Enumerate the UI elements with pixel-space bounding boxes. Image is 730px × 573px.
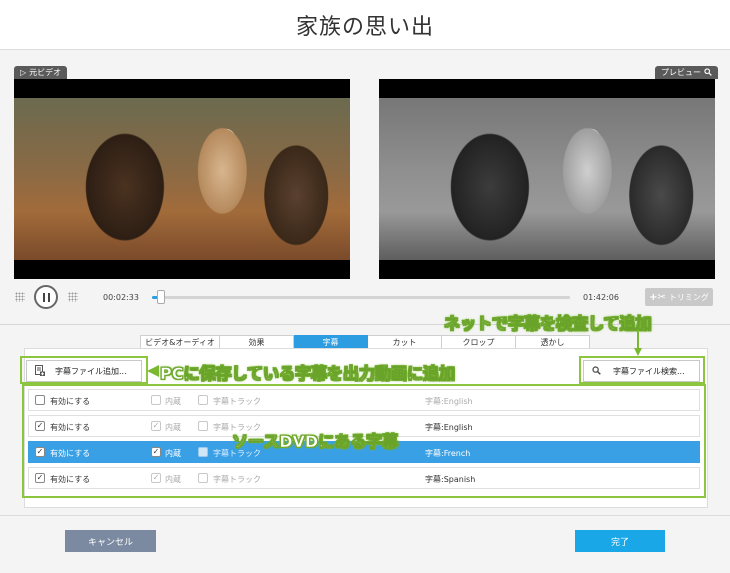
track-checkbox[interactable] — [198, 421, 208, 431]
total-time: 01:42:06 — [583, 293, 619, 302]
tab-label: ビデオ&オーディオ — [145, 338, 215, 347]
annotation-source-dvd: ソースDVDにある字幕 — [232, 432, 399, 452]
pause-button[interactable] — [34, 285, 58, 309]
trim-button[interactable]: +✂ トリミング — [645, 288, 713, 306]
builtin-label: 内蔵 — [165, 423, 181, 432]
annotation-arrow-left — [147, 365, 159, 377]
cancel-button-label: キャンセル — [87, 537, 133, 548]
annotation-arrow-down — [634, 330, 642, 356]
done-button-label: 完了 — [610, 537, 629, 548]
track-label: 字幕トラック — [213, 397, 261, 406]
enable-label: 有効にする — [50, 397, 91, 406]
annotation-pc-add: PCに保存している字幕を出力動画に追加 — [160, 364, 456, 384]
zoom-icon — [704, 67, 712, 78]
seek-bar-handle[interactable] — [157, 290, 166, 304]
builtin-checkbox[interactable]: ✓ — [151, 473, 161, 483]
source-video-label: ▷ 元ビデオ — [14, 66, 68, 79]
tab-label: 効果 — [248, 338, 265, 347]
annotation-highlight-add — [20, 356, 148, 384]
output-preview-player[interactable] — [379, 79, 715, 279]
output-preview-frame — [379, 98, 715, 260]
enable-label: 有効にする — [50, 475, 91, 484]
source-video-frame — [14, 98, 350, 260]
track-checkbox[interactable] — [198, 447, 208, 457]
subtitle-language: 字幕:English — [425, 397, 473, 406]
previous-frame-icon[interactable] — [15, 292, 25, 302]
play-icon: ▷ — [20, 68, 27, 77]
pause-icon-bar — [47, 292, 50, 302]
annotation-net-search: ネットで字幕を検査して追加 — [444, 314, 652, 334]
footer-divider — [0, 515, 730, 516]
tab-label: カット — [392, 338, 417, 347]
builtin-checkbox[interactable]: ✓ — [151, 421, 161, 431]
builtin-label: 内蔵 — [165, 397, 181, 406]
enable-checkbox[interactable]: ✓ — [35, 473, 45, 483]
title-bar: 家族の思い出 — [0, 0, 730, 50]
seek-bar[interactable] — [152, 290, 570, 304]
done-button[interactable]: 完了 — [575, 530, 665, 552]
next-frame-icon[interactable] — [68, 292, 78, 302]
trim-button-label: トリミング — [668, 292, 709, 302]
cancel-button[interactable]: キャンセル — [65, 530, 156, 552]
builtin-checkbox[interactable] — [151, 395, 161, 405]
subtitle-track-row[interactable]: 有効にする 内蔵 字幕トラック 字幕:English — [28, 389, 700, 411]
subtitle-language: 字幕:Spanish — [425, 475, 476, 484]
enable-checkbox[interactable]: ✓ — [35, 421, 45, 431]
subtitle-track-row[interactable]: ✓ 有効にする ✓ 内蔵 字幕トラック 字幕:Spanish — [28, 467, 700, 489]
subtitle-language: 字幕:English — [425, 423, 473, 432]
builtin-label: 内蔵 — [165, 449, 181, 458]
pause-icon-bar — [42, 292, 45, 302]
source-video-label-text: 元ビデオ — [29, 68, 62, 77]
enable-checkbox[interactable] — [35, 395, 45, 405]
source-video-player[interactable] — [14, 79, 350, 279]
builtin-label: 内蔵 — [165, 475, 181, 484]
tab-label: 字幕 — [322, 338, 339, 347]
subtitle-language: 字幕:French — [425, 449, 471, 458]
track-label: 字幕トラック — [213, 475, 261, 484]
tab-label: クロップ — [462, 338, 495, 347]
track-checkbox[interactable] — [198, 395, 208, 405]
tab-label: 透かし — [540, 338, 565, 347]
output-preview-label: プレビュー — [655, 66, 718, 79]
output-preview-label-text: プレビュー — [661, 68, 701, 77]
current-time: 00:02:33 — [103, 293, 139, 302]
track-checkbox[interactable] — [198, 473, 208, 483]
enable-checkbox[interactable]: ✓ — [35, 447, 45, 457]
window-title: 家族の思い出 — [295, 14, 434, 40]
player-controls: 00:02:33 01:42:06 +✂ トリミング — [0, 284, 730, 312]
builtin-checkbox[interactable]: ✓ — [151, 447, 161, 457]
enable-label: 有効にする — [50, 449, 91, 458]
annotation-highlight-search — [579, 356, 705, 384]
scissors-icon: +✂ — [649, 291, 666, 303]
enable-label: 有効にする — [50, 423, 91, 432]
